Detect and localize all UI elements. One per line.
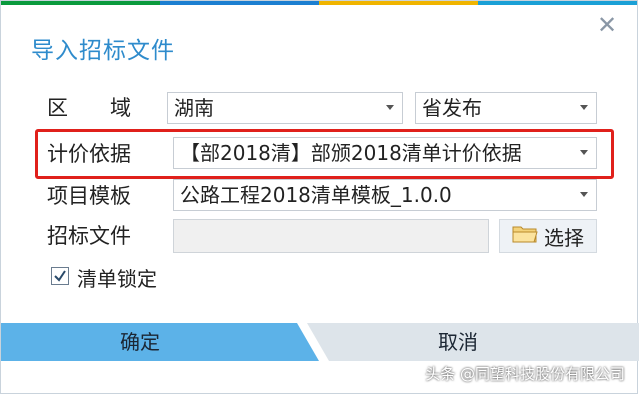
- select-file-label: 选择: [544, 225, 584, 250]
- top-color-bar: [1, 1, 637, 5]
- chevron-down-icon: [386, 105, 394, 110]
- template-value: 公路工程2018清单模板_1.0.0: [180, 183, 452, 207]
- select-file-button[interactable]: 选择: [499, 219, 597, 253]
- chevron-down-icon: [580, 105, 588, 110]
- watermark-text: 头条 @同望科技股份有限公司: [425, 365, 625, 383]
- close-icon[interactable]: ✕: [595, 13, 619, 37]
- watermark: 头条 @同望科技股份有限公司: [425, 363, 625, 384]
- bid-file-input[interactable]: [173, 219, 489, 253]
- publisher-select[interactable]: 省发布: [415, 92, 597, 124]
- top-bar-yellow: [319, 1, 478, 5]
- region-select[interactable]: 湖南: [167, 92, 403, 124]
- lock-list-label: 清单锁定: [77, 267, 157, 291]
- ok-button[interactable]: 确定: [1, 323, 319, 361]
- bid-file-label: 招标文件: [47, 224, 131, 248]
- chevron-down-icon: [580, 192, 588, 197]
- import-bid-file-dialog: 导入招标文件 ✕ 区 域 湖南 省发布 计价依据 【部2018清】部颁2018清…: [0, 0, 639, 394]
- checkmark-icon: [54, 270, 66, 282]
- region-value: 湖南: [174, 96, 214, 120]
- folder-icon: [512, 224, 538, 249]
- lock-list-checkbox[interactable]: [51, 267, 69, 285]
- highlight-box: [35, 129, 614, 179]
- top-bar-green: [1, 1, 160, 5]
- publisher-value: 省发布: [422, 96, 482, 120]
- top-bar-blue: [160, 1, 319, 5]
- dialog-title: 导入招标文件: [31, 38, 175, 64]
- top-bar-cyan: [478, 1, 637, 5]
- template-label: 项目模板: [47, 184, 131, 208]
- region-label: 区 域: [47, 96, 131, 120]
- cancel-button[interactable]: 取消: [307, 323, 639, 361]
- template-select[interactable]: 公路工程2018清单模板_1.0.0: [173, 179, 597, 211]
